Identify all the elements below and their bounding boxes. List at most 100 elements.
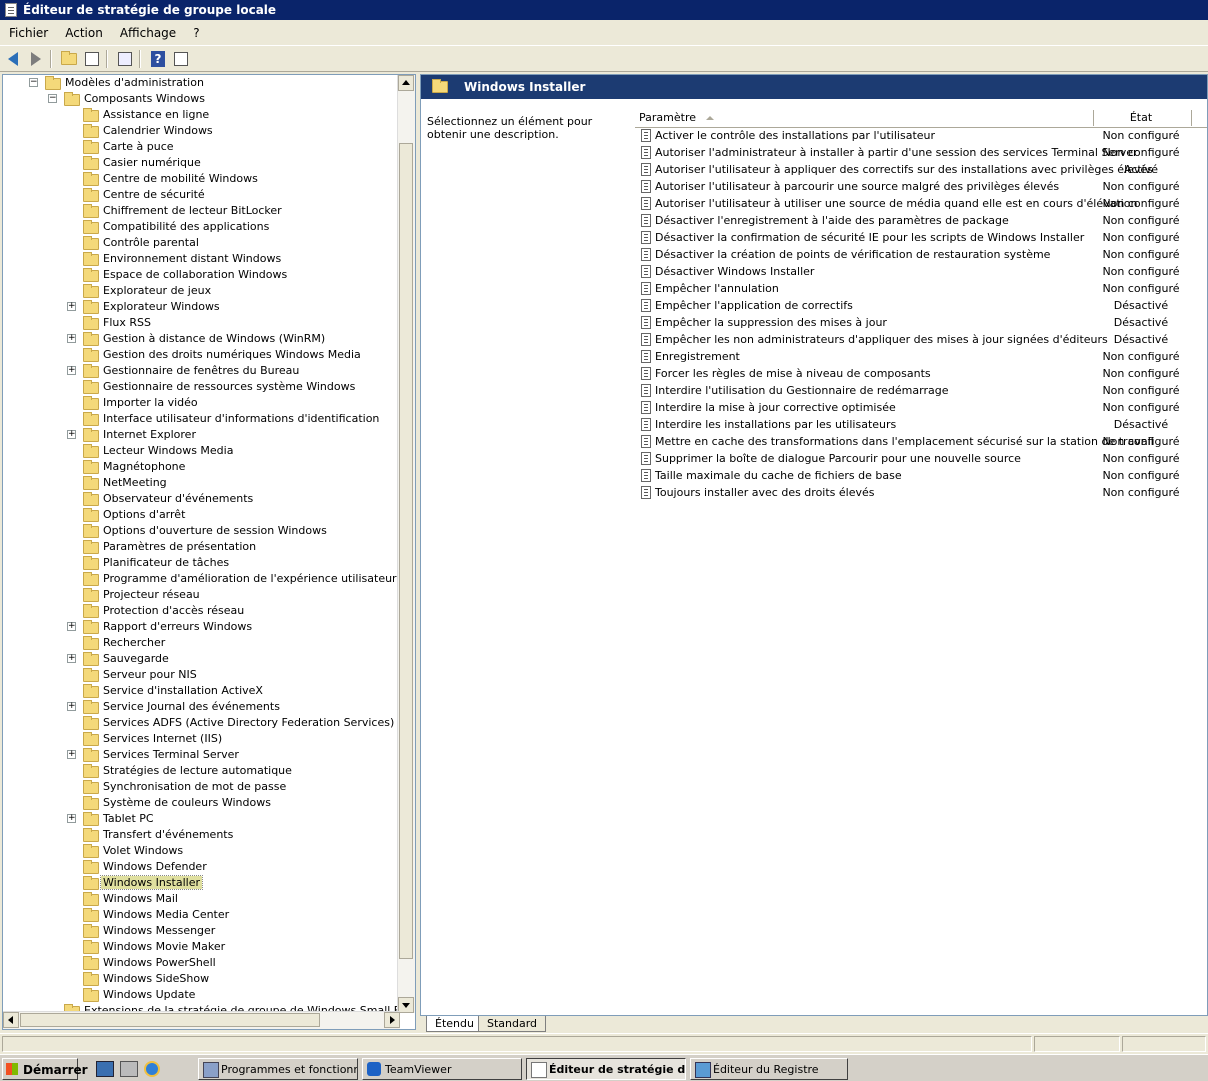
tab-etendu[interactable]: Étendu (426, 1016, 483, 1032)
folder-icon (64, 92, 80, 106)
policy-setting-icon (641, 367, 651, 380)
expand-icon[interactable]: + (67, 334, 76, 343)
forward-arrow-icon[interactable] (26, 50, 46, 68)
setting-name: Désactiver la confirmation de sécurité I… (655, 231, 1085, 244)
policy-setting-icon (641, 418, 651, 431)
taskbar-button-teamviewer[interactable]: TeamViewer (362, 1058, 522, 1080)
back-arrow-icon[interactable] (3, 50, 23, 68)
expand-icon[interactable]: + (67, 622, 76, 631)
scroll-down-button[interactable] (398, 997, 414, 1013)
column-header-etat[interactable]: État (1091, 110, 1192, 126)
menu-help[interactable]: ? (184, 26, 207, 40)
help-icon[interactable]: ? (148, 50, 168, 68)
list-item[interactable]: Toujours installer avec des droits élevé… (635, 484, 1207, 501)
tree-item-label: Windows Mail (103, 892, 178, 905)
expand-icon[interactable]: + (67, 750, 76, 759)
list-item[interactable]: Mettre en cache des transformations dans… (635, 433, 1207, 450)
tree-view[interactable]: − Modèles d'administration − Composants Win… (3, 75, 400, 1013)
list-item[interactable]: Empêcher l'annulation Non configuré (635, 280, 1207, 297)
show-hide-tree-icon[interactable] (82, 50, 102, 68)
taskbar-button-policy-editor[interactable]: Éditeur de stratégie d... (526, 1058, 686, 1080)
collapse-icon[interactable]: − (48, 94, 57, 103)
policy-setting-icon (641, 197, 651, 210)
scroll-up-button[interactable] (398, 75, 414, 91)
menu-affichage[interactable]: Affichage (111, 26, 184, 40)
tree-horizontal-scrollbar[interactable] (3, 1011, 400, 1029)
setting-name: Empêcher l'annulation (655, 282, 779, 295)
tree-item-label: Espace de collaboration Windows (103, 268, 288, 281)
tree-item-label: Services Internet (IIS) (103, 732, 223, 745)
menu-action[interactable]: Action (56, 26, 111, 40)
tree-vertical-scrollbar[interactable] (397, 75, 415, 1013)
column-header-parametre[interactable]: Paramètre (635, 110, 1094, 126)
folder-icon (83, 844, 99, 858)
folder-icon (83, 508, 99, 522)
policy-setting-icon (641, 333, 651, 346)
folder-icon (83, 796, 99, 810)
policy-editor-icon (531, 1062, 547, 1078)
scroll-left-button[interactable] (3, 1012, 19, 1028)
expand-icon[interactable]: + (67, 366, 76, 375)
control-panel-icon (203, 1062, 219, 1078)
folder-icon (83, 988, 99, 1002)
up-folder-icon[interactable] (59, 50, 79, 68)
list-item[interactable]: Empêcher l'application de correctifs Désa… (635, 297, 1207, 314)
internet-explorer-icon[interactable] (144, 1061, 160, 1077)
expand-icon[interactable]: + (67, 814, 76, 823)
list-item[interactable]: Autoriser l'administrateur à installer à… (635, 144, 1207, 161)
tree-pane[interactable]: − Modèles d'administration − Composants Win… (2, 74, 416, 1030)
tree-item-label: Programme d'amélioration de l'expérience… (103, 572, 400, 585)
policy-setting-icon (641, 486, 651, 499)
folder-icon (83, 268, 99, 282)
list-item[interactable]: Supprimer la boîte de dialogue Parcourir… (635, 450, 1207, 467)
list-item[interactable]: Désactiver l'enregistrement à l'aide des… (635, 212, 1207, 229)
expand-icon[interactable]: + (67, 430, 76, 439)
list-item[interactable]: Interdire les installations par les util… (635, 416, 1207, 433)
list-item[interactable]: Autoriser l'utilisateur à utiliser une s… (635, 195, 1207, 212)
taskbar-button-registry-editor[interactable]: Éditeur du Registre (690, 1058, 848, 1080)
scroll-thumb[interactable] (399, 143, 413, 959)
window-title: Éditeur de stratégie de groupe locale (23, 3, 277, 17)
tree-item-label: Carte à puce (103, 140, 174, 153)
policy-setting-icon (641, 231, 651, 244)
list-item[interactable]: Désactiver Windows Installer Non configur… (635, 263, 1207, 280)
properties-icon[interactable] (171, 50, 191, 68)
list-item[interactable]: Enregistrement Non configuré (635, 348, 1207, 365)
menu-fichier[interactable]: Fichier (0, 26, 56, 40)
tree-item-label: Centre de sécurité (103, 188, 205, 201)
list-item[interactable]: Interdire l'utilisation du Gestionnaire … (635, 382, 1207, 399)
folder-icon (83, 876, 99, 890)
folder-icon (83, 780, 99, 794)
collapse-icon[interactable]: − (29, 78, 38, 87)
tab-standard[interactable]: Standard (478, 1016, 547, 1032)
list-item[interactable]: Autoriser l'utilisateur à parcourir une … (635, 178, 1207, 195)
list-item[interactable]: Empêcher les non administrateurs d'appli… (635, 331, 1207, 348)
list-item[interactable]: Autoriser l'utilisateur à appliquer des … (635, 161, 1207, 178)
show-desktop-icon[interactable] (96, 1061, 114, 1077)
scroll-thumb-horizontal[interactable] (20, 1013, 320, 1027)
folder-icon (83, 764, 99, 778)
registry-editor-icon (695, 1062, 711, 1078)
list-item[interactable]: Taille maximale du cache de fichiers de … (635, 467, 1207, 484)
list-item[interactable]: Activer le contrôle des installations pa… (635, 127, 1207, 144)
export-list-icon[interactable] (115, 50, 135, 68)
setting-name: Autoriser l'utilisateur à parcourir une … (655, 180, 1060, 193)
scroll-right-button[interactable] (384, 1012, 400, 1028)
expand-icon[interactable]: + (67, 302, 76, 311)
tree-item-label: Projecteur réseau (103, 588, 200, 601)
expand-icon[interactable]: + (67, 702, 76, 711)
start-button[interactable]: Démarrer (2, 1058, 88, 1080)
setting-name: Empêcher les non administrateurs d'appli… (655, 333, 1108, 346)
server-manager-icon[interactable] (120, 1061, 138, 1077)
taskbar-button-programs[interactable]: Programmes et fonctionn... (198, 1058, 358, 1080)
folder-icon (83, 476, 99, 490)
title-bar: Éditeur de stratégie de groupe locale (0, 0, 1208, 20)
list-item[interactable]: Forcer les règles de mise à niveau de co… (635, 365, 1207, 382)
list-item[interactable]: Interdire la mise à jour corrective opti… (635, 399, 1207, 416)
tree-item-label: Assistance en ligne (103, 108, 210, 121)
details-header: Windows Installer (421, 75, 1207, 99)
expand-icon[interactable]: + (67, 654, 76, 663)
list-item[interactable]: Désactiver la confirmation de sécurité I… (635, 229, 1207, 246)
list-item[interactable]: Désactiver la création de points de véri… (635, 246, 1207, 263)
list-item[interactable]: Empêcher la suppression des mises à jour… (635, 314, 1207, 331)
